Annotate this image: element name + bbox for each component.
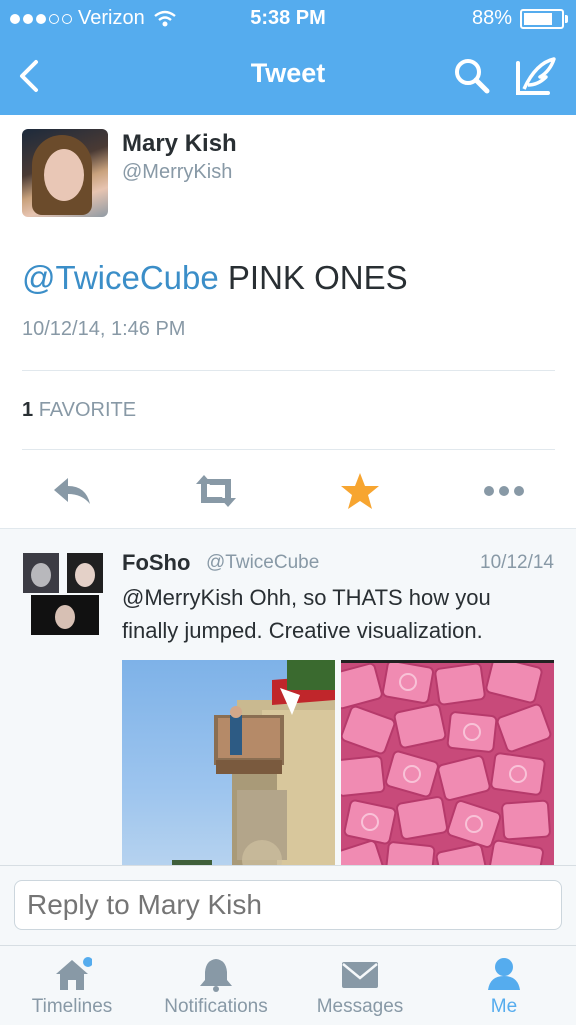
author-handle[interactable]: @MerryKish: [122, 161, 232, 184]
more-icon[interactable]: [480, 470, 528, 512]
reply-bar: [0, 865, 576, 946]
photo-pink-candy[interactable]: [341, 660, 554, 866]
tab-me[interactable]: Me: [432, 946, 576, 1025]
tab-label: Me: [490, 996, 518, 1017]
reply-author-handle[interactable]: @TwiceCube: [206, 552, 319, 574]
reply-text: @MerryKish Ohh, so THATS how you finally…: [122, 585, 491, 643]
tab-notifications[interactable]: Notifications: [144, 946, 288, 1025]
tweet-actions: [0, 460, 576, 520]
avatar[interactable]: [22, 129, 108, 217]
search-icon[interactable]: [452, 56, 492, 96]
battery-percent: 88%: [471, 7, 512, 29]
reply-date: 10/12/14: [480, 552, 554, 573]
reply-icon[interactable]: [48, 470, 96, 512]
retweet-icon[interactable]: [192, 470, 240, 512]
tweet-text: @TwiceCube PINK ONES: [22, 259, 408, 297]
favorites-label: FAVORITE: [38, 399, 137, 421]
status-bar: Verizon 5:38 PM 88%: [0, 0, 576, 38]
tweet-timestamp: 10/12/14, 1:46 PM: [22, 318, 186, 340]
tab-messages[interactable]: Messages: [288, 946, 432, 1025]
mention-link[interactable]: @TwiceCube: [22, 259, 219, 296]
author-name[interactable]: Mary Kish: [122, 130, 237, 158]
tab-label: Timelines: [31, 996, 113, 1017]
bell-icon: [200, 959, 232, 992]
navigation-header: Verizon 5:38 PM 88% Tweet: [0, 0, 576, 115]
star-icon[interactable]: [336, 470, 384, 512]
tab-label: Messages: [316, 996, 404, 1017]
tab-label: Notifications: [164, 996, 268, 1017]
divider: [22, 449, 555, 450]
home-icon: [56, 957, 92, 990]
favorites-number: 1: [22, 399, 34, 421]
tab-bar: Timelines Notifications Messages Me: [0, 945, 576, 1025]
battery-icon: [520, 8, 568, 29]
tweet-body: PINK ONES: [218, 259, 408, 296]
compose-icon[interactable]: [514, 55, 558, 97]
reply-tweet[interactable]: FoSho @TwiceCube 10/12/14 @MerryKish Ohh…: [0, 528, 576, 866]
tab-timelines[interactable]: Timelines: [0, 946, 144, 1025]
envelope-icon: [342, 962, 378, 988]
battery-indicator: 88%: [471, 7, 568, 30]
divider: [22, 370, 555, 371]
reply-input[interactable]: [14, 880, 562, 930]
reply-author-name[interactable]: FoSho: [122, 550, 190, 576]
person-icon: [488, 958, 520, 990]
photo-tower[interactable]: [122, 660, 335, 866]
favorites-count[interactable]: 1 FAVORITE: [22, 399, 136, 422]
reply-avatar[interactable]: [23, 553, 103, 637]
